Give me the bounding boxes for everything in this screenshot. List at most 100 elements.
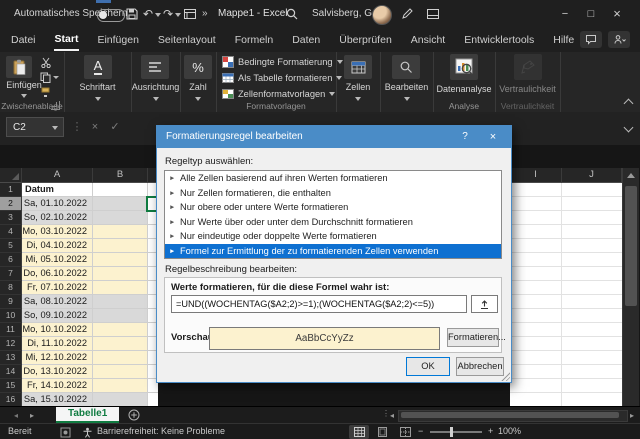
ribbon-tab-formeln[interactable]: Formeln (234, 30, 275, 50)
page-layout-view-button[interactable] (372, 425, 392, 439)
ribbon-tab-seitenlayout[interactable]: Seitenlayout (157, 30, 217, 50)
accessibility-status[interactable]: Barrierefreiheit: Keine Probleme (97, 424, 225, 439)
row-header-15[interactable]: 15 (0, 379, 22, 393)
cell-A13[interactable]: Mi, 12.10.2022 (22, 351, 93, 365)
zoom-slider-track[interactable] (430, 431, 482, 433)
share-button[interactable] (608, 31, 630, 48)
ribbon-tab-überprüfen[interactable]: Überprüfen (338, 30, 393, 50)
zoom-in-icon[interactable]: + (488, 424, 493, 439)
cell-A5[interactable]: Di, 04.10.2022 (22, 239, 93, 253)
format-as-table-button[interactable]: Als Tabelle formatieren (222, 72, 342, 84)
zoom-slider-thumb[interactable] (450, 427, 453, 437)
name-box[interactable]: C2 (6, 117, 64, 137)
alignment-icon[interactable] (141, 55, 169, 79)
horizontal-scroll-thumb[interactable] (401, 412, 619, 418)
prev-sheet-icon[interactable]: ◂ (14, 411, 18, 420)
font-dropdown-icon[interactable] (64, 94, 131, 105)
column-header-J[interactable]: J (562, 168, 622, 183)
cell-B5[interactable] (93, 239, 148, 253)
ribbon-tab-hilfe[interactable]: Hilfe (552, 30, 575, 50)
cell-A15[interactable]: Fr, 14.10.2022 (22, 379, 93, 393)
formula-input[interactable]: =UND((WOCHENTAG($A2;2)>=1);(WOCHENTAG($A… (171, 295, 467, 313)
cell-A10[interactable]: So, 09.10.2022 (22, 309, 93, 323)
cell-B2[interactable] (93, 197, 148, 211)
empty-cells-right[interactable] (510, 183, 622, 406)
rule-type-option[interactable]: ►Nur obere oder untere Werte formatieren (165, 200, 501, 215)
cell-B14[interactable] (93, 365, 148, 379)
cell-A6[interactable]: Mi, 05.10.2022 (22, 253, 93, 267)
minimize-button[interactable]: − (552, 0, 578, 28)
rule-type-option[interactable]: ►Formel zur Ermittlung der zu formatiere… (165, 244, 501, 259)
cell-B13[interactable] (93, 351, 148, 365)
rule-type-option[interactable]: ►Alle Zellen basierend auf ihren Werten … (165, 171, 501, 186)
zoom-level[interactable]: 100% (498, 424, 521, 439)
cell-A1[interactable]: Datum (22, 183, 93, 197)
alignment-dropdown-icon[interactable] (131, 94, 180, 105)
row-header-3[interactable]: 3 (0, 211, 22, 225)
save-icon[interactable] (125, 7, 139, 21)
select-all-corner[interactable] (0, 168, 22, 183)
cell-A9[interactable]: Sa, 08.10.2022 (22, 295, 93, 309)
pen-icon[interactable] (400, 7, 414, 21)
conditional-formatting-button[interactable]: Bedingte Formatierung (222, 56, 343, 68)
number-dropdown-icon[interactable] (180, 94, 216, 105)
cell-A2[interactable]: Sa, 01.10.2022 (22, 197, 93, 211)
sensitivity-icon[interactable] (514, 54, 542, 80)
row-header-2[interactable]: 2 (0, 197, 22, 211)
dialog-close-icon[interactable]: × (481, 126, 505, 148)
cell-B9[interactable] (93, 295, 148, 309)
redo-dropdown-icon[interactable] (175, 13, 181, 17)
editing-dropdown-icon[interactable] (380, 94, 433, 105)
rule-type-option[interactable]: ►Nur Zellen formatieren, die enthalten (165, 186, 501, 201)
cells-dropdown-icon[interactable] (336, 94, 380, 105)
cell-A3[interactable]: So, 02.10.2022 (22, 211, 93, 225)
next-sheet-icon[interactable]: ▸ (30, 411, 34, 420)
page-break-view-button[interactable] (395, 425, 415, 439)
cancel-button[interactable]: Abbrechen (456, 357, 504, 376)
cell-A16[interactable]: Sa, 15.10.2022 (22, 393, 93, 406)
cell-A14[interactable]: Do, 13.10.2022 (22, 365, 93, 379)
vertical-scrollbar[interactable] (622, 168, 639, 406)
row-header-4[interactable]: 4 (0, 225, 22, 239)
row-header-6[interactable]: 6 (0, 253, 22, 267)
cell-A7[interactable]: Do, 06.10.2022 (22, 267, 93, 281)
cell-A8[interactable]: Fr, 07.10.2022 (22, 281, 93, 295)
expand-formula-bar-icon[interactable] (624, 123, 634, 133)
cell-B7[interactable] (93, 267, 148, 281)
dialog-help-button[interactable]: ? (453, 126, 477, 148)
normal-view-button[interactable] (349, 425, 369, 439)
redo-icon[interactable]: ↷ (163, 0, 173, 28)
cells-icon[interactable] (344, 55, 372, 79)
cell-A4[interactable]: Mo, 03.10.2022 (22, 225, 93, 239)
autosave-toggle[interactable] (97, 9, 125, 22)
column-header-A[interactable]: A (22, 168, 93, 183)
cell-C16[interactable] (148, 393, 158, 406)
row-header-9[interactable]: 9 (0, 295, 22, 309)
hscroll-left-icon[interactable]: ◂ (390, 411, 394, 420)
tab-splitter-icon[interactable]: ⋮ (382, 409, 390, 418)
ribbon-tab-einfügen[interactable]: Einfügen (96, 30, 139, 50)
clipboard-dialog-launcher-icon[interactable] (51, 101, 60, 110)
collapse-ribbon-icon[interactable] (624, 99, 634, 109)
quick-access-icon[interactable] (183, 7, 197, 21)
cell-B8[interactable] (93, 281, 148, 295)
close-button[interactable]: × (604, 0, 630, 28)
zoom-out-icon[interactable]: − (418, 424, 423, 439)
row-header-11[interactable]: 11 (0, 323, 22, 337)
rule-type-option[interactable]: ►Nur Werte über oder unter dem Durchschn… (165, 215, 501, 230)
row-header-13[interactable]: 13 (0, 351, 22, 365)
cut-icon[interactable] (40, 57, 52, 68)
row-header-7[interactable]: 7 (0, 267, 22, 281)
vertical-scroll-thumb[interactable] (625, 186, 637, 306)
undo-dropdown-icon[interactable] (155, 13, 161, 17)
cell-B15[interactable] (93, 379, 148, 393)
macro-record-icon[interactable] (60, 427, 71, 439)
cell-B16[interactable] (93, 393, 148, 406)
comments-button[interactable] (580, 31, 602, 48)
maximize-button[interactable]: □ (578, 0, 604, 28)
cell-B11[interactable] (93, 323, 148, 337)
name-box-dropdown-icon[interactable] (52, 126, 58, 130)
paste-button[interactable] (6, 56, 32, 78)
row-header-1[interactable]: 1 (0, 183, 22, 197)
ribbon-tab-entwicklertools[interactable]: Entwicklertools (463, 30, 535, 50)
